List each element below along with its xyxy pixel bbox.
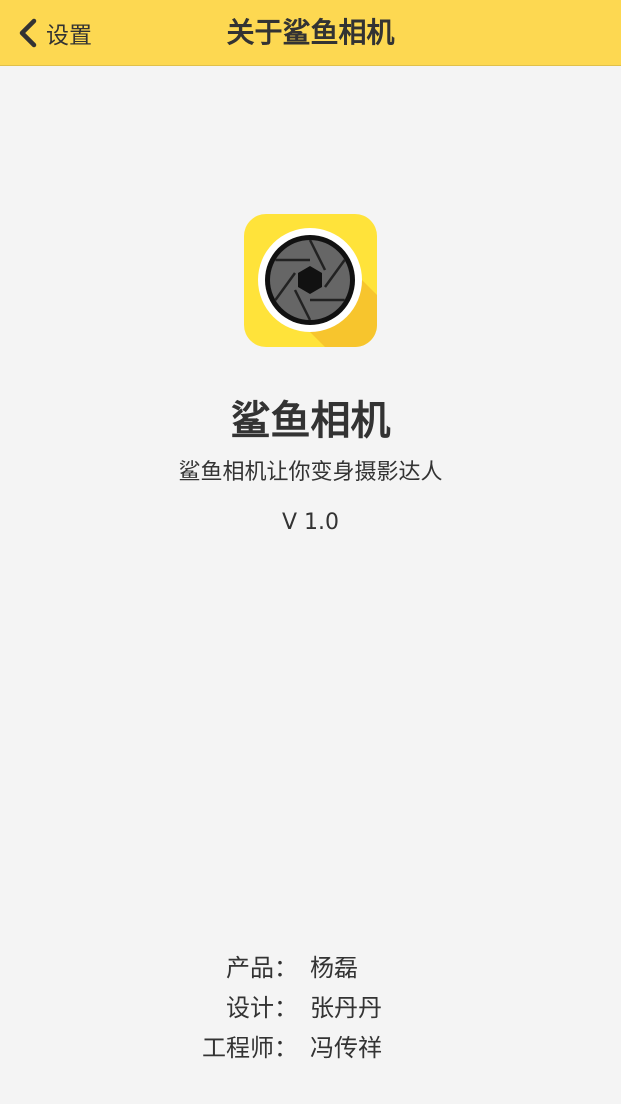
credit-row-product: 产品： 杨磊 <box>0 948 621 988</box>
credit-role: 设计： <box>226 994 298 1022</box>
credits-list: 产品： 杨磊 设计： 张丹丹 工程师： 冯传祥 <box>0 948 621 1068</box>
credit-row-design: 设计： 张丹丹 <box>0 988 621 1028</box>
page-title: 关于鲨鱼相机 <box>226 16 395 49</box>
app-version: V 1.0 <box>281 510 340 535</box>
credit-role: 工程师： <box>202 1034 298 1062</box>
credit-row-engineer: 工程师： 冯传祥 <box>0 1028 621 1068</box>
credit-name: 冯传祥 <box>310 1034 382 1062</box>
camera-aperture-icon <box>244 214 377 347</box>
credit-name: 杨磊 <box>310 954 358 982</box>
app-name: 鲨鱼相机 <box>230 398 391 444</box>
navigation-bar: 设置 关于鲨鱼相机 <box>0 0 621 66</box>
credit-name: 张丹丹 <box>310 994 382 1022</box>
app-slogan: 鲨鱼相机让你变身摄影达人 <box>178 460 443 485</box>
credit-role: 产品： <box>226 954 298 982</box>
